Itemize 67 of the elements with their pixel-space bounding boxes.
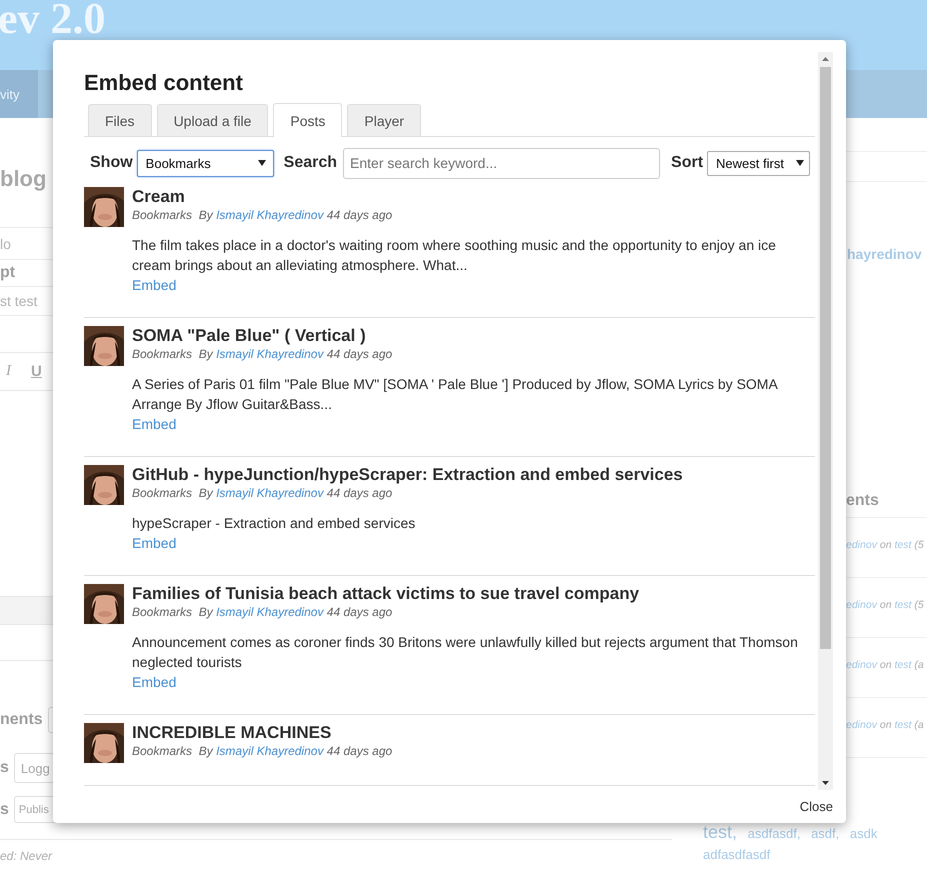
comment-entry: edinov on test (a	[846, 659, 924, 671]
author-link[interactable]: Ismayil Khayredinov	[216, 208, 324, 222]
nav-tab[interactable]: vity	[0, 70, 38, 118]
embed-link[interactable]: Embed	[132, 414, 176, 434]
post-title[interactable]: SOMA "Pale Blue" ( Vertical )	[132, 326, 815, 346]
embed-link[interactable]: Embed	[132, 275, 176, 295]
tag-link[interactable]: asdfasdf,	[748, 826, 800, 841]
embed-link[interactable]: Embed	[132, 672, 176, 692]
post-description: A Series of Paris 01 film "Pale Blue MV" [SOMA ' Pale Blue '] Produced by Jflow, SOMA Lyrics by SOMA Arrange By Jflow Guitar&Bass...	[132, 375, 779, 414]
author-link[interactable]: Ismayil Khayredinov	[216, 605, 324, 619]
comment-entry: edinov on test (5	[846, 539, 924, 551]
post-meta: Bookmarks By Ismayil Khayredinov 44 days ago	[132, 743, 394, 759]
page-heading: blog	[0, 165, 46, 193]
tag-link[interactable]: asdf,	[811, 826, 840, 841]
scrollbar[interactable]	[818, 52, 833, 790]
post-meta: Bookmarks By Ismayil Khayredinov 44 days ago	[132, 604, 394, 620]
dialog-title: Embed content	[84, 70, 244, 96]
post-description: hypeScraper - Extraction and embed services	[132, 514, 416, 533]
underline-button[interactable]: U	[28, 363, 45, 380]
post-description: The film takes place in a doctor's waiting room where soothing music and the opportunity to enjoy an ice cream brings about an alleviating atmosphere. What...	[132, 236, 777, 275]
post-meta: Bookmarks By Ismayil Khayredinov 44 days ago	[132, 207, 394, 223]
post-title[interactable]: INCREDIBLE MACHINES	[132, 723, 815, 743]
post-title[interactable]: Cream	[132, 187, 815, 207]
post-link[interactable]: test	[894, 539, 912, 551]
author-link[interactable]: Ismayil Khayredinov	[216, 744, 324, 758]
comment-entry: edinov on test (a	[846, 719, 924, 731]
post-link[interactable]: test	[894, 719, 912, 731]
author-link[interactable]: edinov	[846, 599, 877, 611]
post-meta: Bookmarks By Ismayil Khayredinov 44 days ago	[132, 485, 394, 501]
field-label: pt	[0, 263, 16, 283]
show-label: Show	[90, 154, 133, 172]
scrollbar-thumb[interactable]	[820, 67, 831, 649]
search-field[interactable]: Enter search keyword...	[343, 148, 660, 178]
sort-label: Sort	[671, 154, 704, 172]
author-link[interactable]: Ismayil Khayredinov	[216, 347, 324, 361]
caret-icon	[796, 160, 804, 166]
close-button[interactable]: Close	[800, 799, 833, 814]
author-link[interactable]: edinov	[846, 659, 877, 671]
post-title[interactable]: Families of Tunisia beach attack victims to sue travel company	[132, 584, 815, 604]
search-label: Search	[284, 154, 338, 172]
author-link[interactable]: edinov	[846, 719, 877, 731]
show-select[interactable]: Bookmarks	[136, 150, 274, 176]
tab[interactable]: Posts	[273, 103, 342, 137]
scroll-up-icon[interactable]	[822, 57, 829, 61]
comment-entry: edinov on test (5	[846, 599, 924, 611]
tab[interactable]: Files	[88, 104, 152, 136]
post-link[interactable]: test	[894, 659, 912, 671]
post-meta: Bookmarks By Ismayil Khayredinov 44 days ago	[132, 346, 394, 362]
field-label: s	[0, 800, 9, 820]
embed-link[interactable]: Embed	[132, 533, 176, 553]
post-description: Announcement comes as coroner finds 30 Britons were unlawfully killed but rejects argument that Thomson neglected tourists	[132, 633, 799, 672]
tab[interactable]: Upload a file	[156, 104, 268, 136]
italic-button[interactable]: I	[3, 363, 14, 380]
author-link[interactable]: Ismayil Khayredinov	[216, 486, 324, 500]
field-label: nents	[0, 710, 43, 730]
author-link[interactable]: edinov	[846, 539, 877, 551]
scroll-down-icon[interactable]	[822, 781, 829, 785]
footer-note: ed: Never	[0, 839, 672, 863]
sort-select[interactable]: Newest first	[707, 150, 810, 176]
field-label: s	[0, 758, 9, 778]
caret-icon	[258, 160, 266, 166]
tag-link[interactable]: asdk	[850, 826, 878, 841]
tag-link[interactable]: adfasdfasdf	[703, 847, 770, 862]
tag-link[interactable]: test,	[703, 822, 738, 842]
post-link[interactable]: test	[894, 599, 912, 611]
post-title[interactable]: GitHub - hypeJunction/hypeScraper: Extraction and embed services	[132, 465, 815, 485]
tab[interactable]: Player	[347, 104, 422, 136]
